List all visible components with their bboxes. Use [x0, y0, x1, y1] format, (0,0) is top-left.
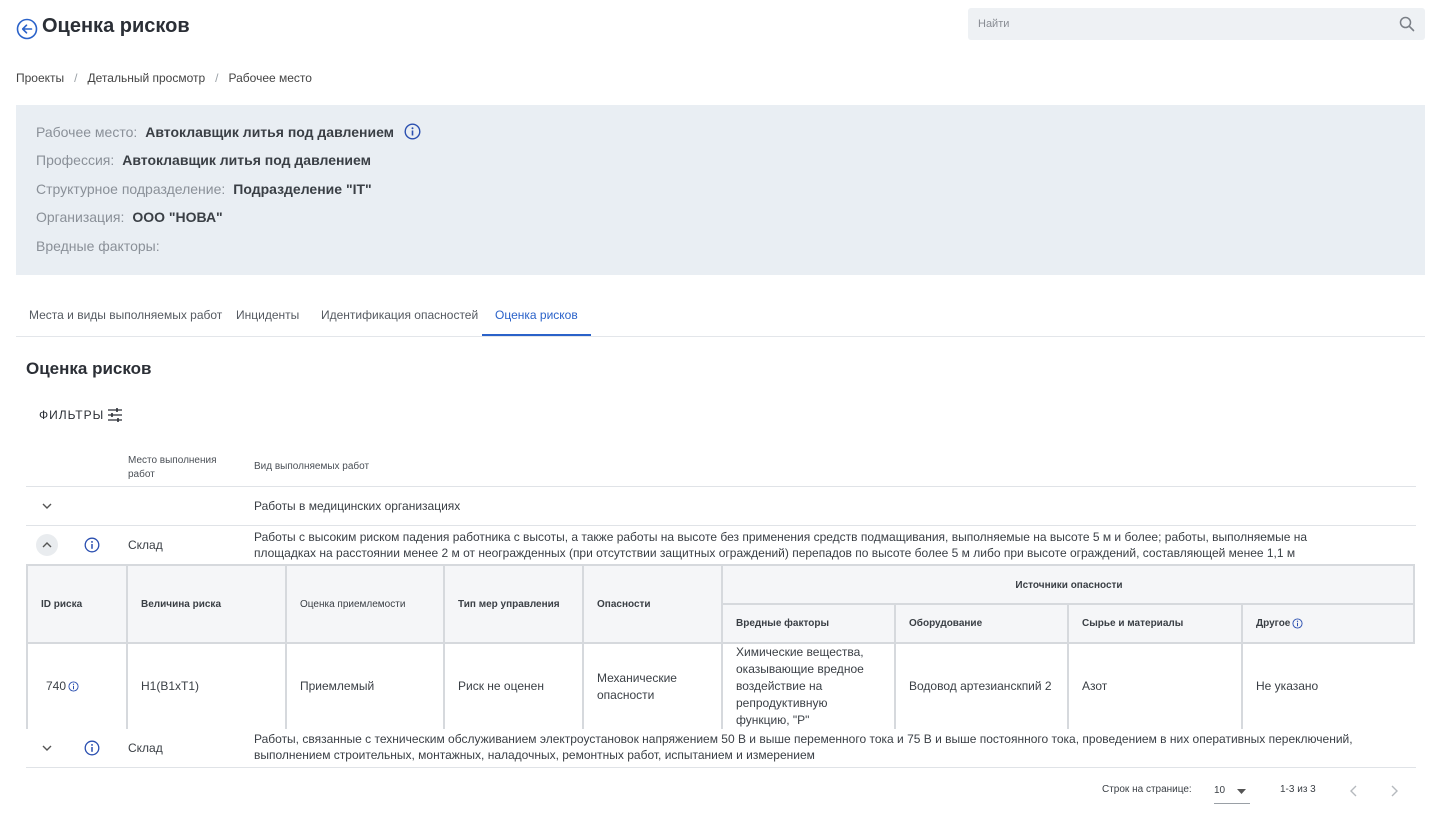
caret-down-icon: [1237, 789, 1246, 794]
info-icon[interactable]: [68, 681, 79, 692]
info-harmful: Вредные факторы:: [36, 238, 168, 254]
chevron-down-icon: [42, 745, 52, 751]
risk-header-acceptability: Оценка приемлемости: [287, 566, 445, 642]
pagination-range: 1-3 из 3: [1280, 784, 1316, 795]
row-place: Склад: [128, 741, 163, 755]
tabs: Места и виды выполняемых работ Инциденты…: [16, 296, 1425, 337]
chevron-right-icon[interactable]: [1386, 783, 1402, 799]
expand-button[interactable]: [36, 737, 58, 759]
breadcrumb-separator: /: [215, 71, 219, 85]
row-kind: Работы в медицинских организациях: [254, 499, 461, 513]
risk-cell-id: 740: [28, 644, 128, 729]
profession-label: Профессия:: [36, 152, 115, 168]
table-row[interactable]: Работы в медицинских организациях: [26, 487, 1416, 526]
tab-incidents[interactable]: Инциденты: [223, 296, 312, 336]
risk-id[interactable]: 740: [46, 678, 66, 695]
breadcrumb-workplace: Рабочее место: [228, 71, 312, 85]
profession-value: Автоклавщик литья под давлением: [122, 152, 372, 168]
rows-per-page-select[interactable]: 10: [1214, 780, 1250, 804]
risk-header-harmful: Вредные факторы: [723, 604, 896, 642]
risk-cell-magnitude: Н1(В1хТ1): [128, 644, 287, 729]
workplace-value: Автоклавщик литья под давлением: [145, 123, 395, 140]
info-icon[interactable]: [404, 123, 421, 140]
breadcrumb: Проекты / Детальный просмотр / Рабочее м…: [16, 71, 312, 85]
info-profession: Профессия: Автоклавщик литья под давлени…: [36, 152, 371, 168]
breadcrumb-separator: /: [74, 71, 78, 85]
filters-label: ФИЛЬТРЫ: [39, 408, 105, 422]
tab-places[interactable]: Места и виды выполняемых работ: [16, 296, 235, 336]
info-icon[interactable]: [84, 740, 100, 756]
organization-value: ООО "НОВА": [132, 209, 223, 225]
filters-button[interactable]: ФИЛЬТРЫ: [39, 407, 123, 423]
risk-header-other-label: Другое: [1256, 617, 1291, 629]
chevron-up-icon: [42, 542, 52, 548]
risk-header-magnitude: Величина риска: [128, 566, 287, 642]
risk-cell-acceptability: Приемлемый: [287, 644, 445, 729]
workplace-info-panel: Рабочее место: Автоклавщик литья под дав…: [16, 105, 1425, 275]
rows-per-page-value: 10: [1214, 785, 1226, 796]
page-title: Оценка рисков: [42, 15, 190, 37]
workplace-label: Рабочее место:: [36, 123, 138, 140]
tab-hazard-identification[interactable]: Идентификация опасностей: [308, 296, 491, 336]
filter-sliders-icon: [108, 408, 123, 422]
collapse-button[interactable]: [36, 534, 58, 556]
expand-button[interactable]: [36, 495, 58, 517]
breadcrumb-detail[interactable]: Детальный просмотр: [88, 71, 206, 85]
department-value: Подразделение "IT": [233, 181, 372, 197]
table-header: Место выполнения работ Вид выполняемых р…: [26, 449, 1416, 487]
row-place: Склад: [128, 538, 163, 552]
risk-cell-equipment: Водовод артезианскпий 2: [896, 644, 1069, 729]
risk-header-sources: Источники опасности: [1015, 579, 1123, 591]
search-icon[interactable]: [1399, 16, 1415, 32]
back-arrow-icon[interactable]: [16, 18, 38, 40]
table-row[interactable]: Склад Работы с высоким риском падения ра…: [26, 526, 1416, 564]
chevron-down-icon: [42, 503, 52, 509]
risk-cell-measures: Риск не оценен: [445, 644, 584, 729]
department-label: Структурное подразделение:: [36, 181, 226, 197]
risk-header-measures: Тип мер управления: [445, 566, 584, 642]
tab-risk-assessment[interactable]: Оценка рисков: [482, 296, 591, 336]
section-title: Оценка рисков: [26, 359, 152, 378]
info-department: Структурное подразделение: Подразделение…: [36, 181, 372, 197]
risk-header-id: ID риска: [28, 566, 128, 642]
organization-label: Организация:: [36, 209, 125, 225]
risk-cell-materials: Азот: [1069, 644, 1243, 729]
risk-cell-harmful: Химические вещества, оказывающие вредное…: [723, 644, 896, 729]
breadcrumb-projects[interactable]: Проекты: [16, 71, 64, 85]
risk-cell-hazards: Механические опасности: [584, 644, 723, 729]
row-kind: Работы с высоким риском падения работник…: [254, 530, 1308, 560]
risk-header-equipment: Оборудование: [896, 604, 1069, 642]
risk-cell-other: Не указано: [1243, 644, 1415, 729]
rows-per-page-label: Строк на странице:: [1102, 784, 1192, 795]
risk-header-other: Другое: [1243, 604, 1415, 642]
info-organization: Организация: ООО "НОВА": [36, 209, 223, 225]
risk-header-hazards: Опасности: [584, 566, 723, 642]
column-header-kind[interactable]: Вид выполняемых работ: [254, 461, 369, 472]
chevron-left-icon[interactable]: [1346, 783, 1362, 799]
row-kind: Работы, связанные с техническим обслужив…: [254, 732, 1353, 762]
risk-table: ID риска Величина риска Оценка приемлемо…: [26, 564, 1415, 729]
column-header-place[interactable]: Место выполнения работ: [128, 454, 238, 482]
table-row[interactable]: Склад Работы, связанные с техническим об…: [26, 729, 1416, 768]
search-box[interactable]: [968, 8, 1425, 40]
search-input[interactable]: [968, 8, 1425, 40]
info-icon[interactable]: [1292, 617, 1303, 629]
info-icon[interactable]: [84, 537, 100, 553]
harmful-label: Вредные факторы:: [36, 238, 160, 254]
risk-header-materials: Сырье и материалы: [1069, 604, 1243, 642]
info-workplace: Рабочее место: Автоклавщик литья под дав…: [36, 123, 421, 140]
